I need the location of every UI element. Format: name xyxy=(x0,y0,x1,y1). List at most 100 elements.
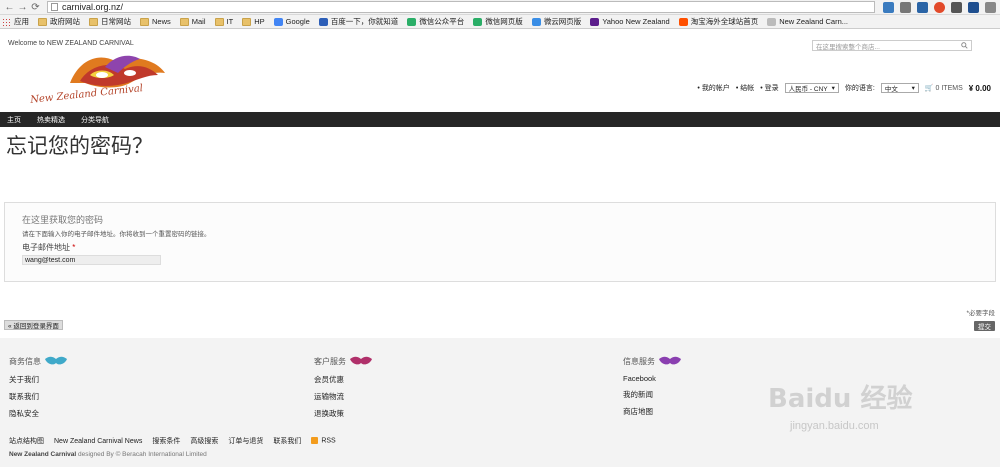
bookmark-item[interactable]: 微信网页版 xyxy=(473,16,523,27)
bookmark-label: New Zealand Carn... xyxy=(779,17,849,26)
yahoo-icon xyxy=(590,17,600,26)
welcome-message: Welcome to NEW ZEALAND CARNIVAL xyxy=(8,40,134,47)
bookmark-label: IT xyxy=(226,17,234,26)
bookmark-item[interactable]: 微信公众平台 xyxy=(407,16,464,27)
reload-icon[interactable]: ⟳ xyxy=(30,2,41,13)
chevron-down-icon: ▾ xyxy=(831,85,835,92)
cart-icon: 🛒 xyxy=(924,85,934,92)
site-logo[interactable]: New Zealand Carnival xyxy=(20,53,170,109)
bookmark-item[interactable]: Mail xyxy=(179,17,206,26)
language-select[interactable]: 中文 ▾ xyxy=(880,83,919,93)
wechat-icon xyxy=(473,17,483,26)
bookmark-item[interactable]: 微云网页版 xyxy=(531,16,582,27)
footer-link[interactable]: 会员优惠 xyxy=(314,374,373,385)
bookmark-label: News xyxy=(152,17,171,26)
footer-column: 客户服务 会员优惠 运输物流 退换政策 xyxy=(314,355,373,425)
rss-icon xyxy=(311,437,319,445)
login-link[interactable]: • 登录 xyxy=(760,83,778,93)
footer-bottom-link[interactable]: 搜索条件 xyxy=(152,436,180,446)
bookmark-label: 微云网页版 xyxy=(543,17,582,26)
folder-icon xyxy=(38,17,47,26)
forgot-password-form: 在这里获取您的密码 请在下面输入你的电子邮件地址。你将收到一个重置密码的链接。 … xyxy=(4,202,996,282)
nav-item[interactable]: 主页 xyxy=(7,115,21,125)
folder-icon xyxy=(179,17,189,26)
address-bar-url: carnival.org.nz/ xyxy=(62,2,124,12)
footer-bottom-link[interactable]: New Zealand Carnival News xyxy=(54,438,142,445)
submit-button[interactable]: 提交 xyxy=(974,321,995,331)
footer-link[interactable]: 我的新闻 xyxy=(623,389,682,400)
bookmark-label: 百度一下，你就知道 xyxy=(330,17,399,26)
forward-arrow-icon[interactable]: → xyxy=(17,2,28,13)
nav-item[interactable]: 分类导航 xyxy=(81,115,109,125)
footer-column-title: 商务信息 xyxy=(9,355,68,367)
extension-icon[interactable] xyxy=(951,1,962,13)
watermark: Baidu 经验 xyxy=(768,384,913,414)
form-hint: 请在下面输入你的电子邮件地址。你将收到一个重置密码的链接。 xyxy=(22,231,211,238)
bookmark-label: HP xyxy=(254,17,265,26)
bookmark-item[interactable]: 淘宝海外全球站首页 xyxy=(678,16,758,27)
bookmark-item[interactable]: 日常网站 xyxy=(89,16,131,27)
menu-icon[interactable] xyxy=(985,1,996,13)
footer-link[interactable]: 商店地图 xyxy=(623,406,682,417)
bookmark-item[interactable]: New Zealand Carn... xyxy=(767,17,848,26)
address-bar[interactable]: carnival.org.nz/ xyxy=(47,1,875,13)
search-icon[interactable] xyxy=(961,42,968,49)
bookmark-label: 政府网站 xyxy=(50,17,80,26)
bookmark-item[interactable]: HP xyxy=(242,17,265,26)
google-icon xyxy=(273,17,283,26)
bookmark-item[interactable]: Google xyxy=(273,17,310,26)
carnival-mask-icon xyxy=(350,356,372,365)
extension-icon[interactable] xyxy=(900,1,911,13)
bookmark-label: 日常网站 xyxy=(101,17,131,26)
footer-bottom-link[interactable]: 订单与退货 xyxy=(228,436,263,446)
bookmark-item[interactable]: IT xyxy=(214,17,234,26)
checkout-link[interactable]: • 结帐 xyxy=(736,83,754,93)
footer-bottom-link[interactable]: RSS xyxy=(311,437,336,445)
bookmark-item[interactable]: Yahoo New Zealand xyxy=(590,17,670,26)
bookmark-item[interactable]: 百度一下，你就知道 xyxy=(318,16,399,27)
footer-link[interactable]: 关于我们 xyxy=(9,374,68,385)
footer-link[interactable]: 隐私安全 xyxy=(9,408,68,419)
copyright: New Zealand Carnival designed By © Berac… xyxy=(9,451,207,458)
extension-icon[interactable] xyxy=(968,1,979,13)
wechat-icon xyxy=(407,17,417,26)
extension-icon[interactable] xyxy=(917,1,928,13)
nav-item[interactable]: 热卖精选 xyxy=(37,115,65,125)
page-title: 忘记您的密码？ xyxy=(6,134,153,158)
footer-link[interactable]: 退换政策 xyxy=(314,408,373,419)
bookmark-item[interactable]: 应用 xyxy=(2,16,29,27)
footer-column-title: 信息服务 xyxy=(623,355,682,367)
footer-bottom-link[interactable]: 联系我们 xyxy=(273,436,301,446)
bookmark-item[interactable]: 政府网站 xyxy=(38,16,80,27)
footer-bottom-link[interactable]: 高级搜索 xyxy=(190,436,218,446)
currency-select[interactable]: 人民币 - CNY ▾ xyxy=(784,83,839,93)
cart-total: ¥ 0.00 xyxy=(968,83,991,93)
extension-icon[interactable] xyxy=(883,1,894,13)
cart-link[interactable]: 🛒 0 ITEMS xyxy=(925,84,963,92)
email-field[interactable] xyxy=(22,255,161,265)
bookmark-label: 微信公众平台 xyxy=(419,17,465,26)
taobao-icon xyxy=(678,17,688,26)
footer-column: 信息服务 Facebook 我的新闻商店地图 xyxy=(623,355,682,423)
search-input[interactable]: 在这里搜索整个商店... xyxy=(812,40,972,51)
chevron-down-icon: ▾ xyxy=(911,85,915,92)
back-arrow-icon[interactable]: ← xyxy=(4,2,15,13)
search-placeholder: 在这里搜索整个商店... xyxy=(816,43,880,51)
bookmark-item[interactable]: News xyxy=(140,17,171,26)
back-to-login-link[interactable]: « 返回到登录界面 xyxy=(4,320,63,330)
footer-link[interactable]: Facebook xyxy=(623,374,682,383)
footer-bottom-link[interactable]: 站点结构图 xyxy=(9,436,44,446)
extension-icon[interactable] xyxy=(934,1,945,13)
carnival-mask-icon xyxy=(45,356,67,365)
folder-icon xyxy=(89,17,98,26)
bookmark-label: 应用 xyxy=(14,17,29,26)
footer-bottom-links: 站点结构图 New Zealand Carnival News 搜索条件 高级搜索 订单… xyxy=(9,436,336,446)
footer-column: 商务信息关于我们联系我们隐私安全 xyxy=(9,355,68,425)
my-account-link[interactable]: • 我的帐户 xyxy=(697,83,729,93)
required-star: * xyxy=(72,243,76,252)
footer-link[interactable]: 运输物流 xyxy=(314,391,373,402)
language-label: 你的语言: xyxy=(844,85,875,92)
footer-link[interactable]: 联系我们 xyxy=(9,391,68,402)
page-icon xyxy=(51,3,58,11)
weiyun-icon xyxy=(531,17,541,26)
